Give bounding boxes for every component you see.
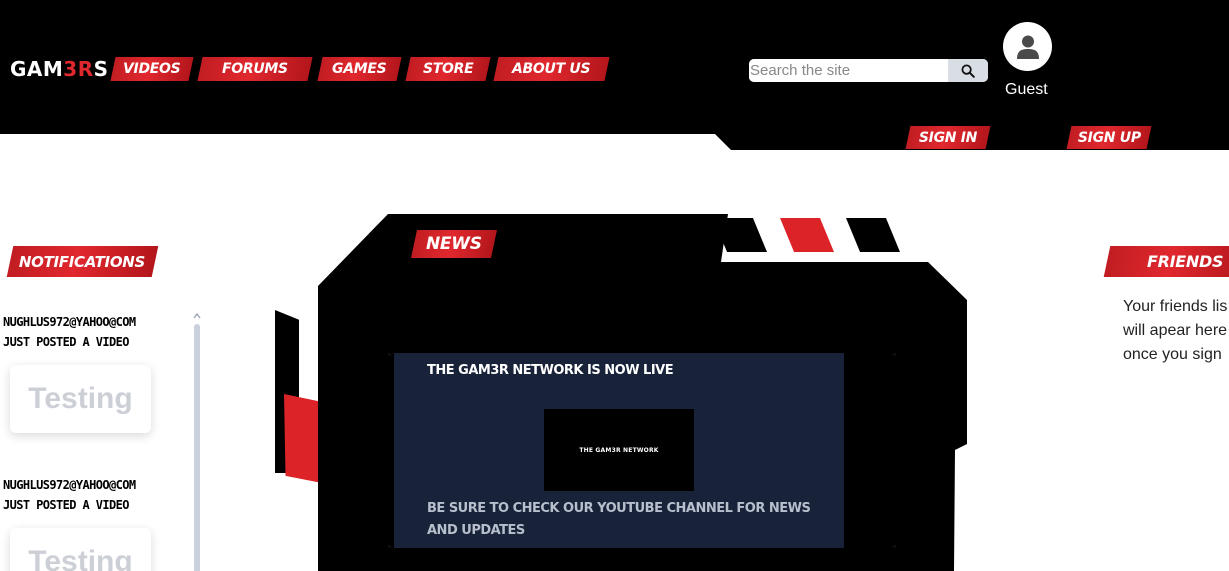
nav-forums[interactable]: Forums — [197, 57, 313, 81]
notifications-list[interactable]: nughlus972@yahoo@com just posted a video… — [0, 312, 190, 571]
user-avatar[interactable] — [1003, 22, 1052, 71]
video-label: The Gam3r Network — [579, 446, 659, 454]
notifications-scrollbar[interactable] — [192, 312, 202, 571]
notification-user[interactable]: nughlus972@yahoo@com — [0, 475, 190, 495]
user-name: Guest — [1005, 81, 1048, 98]
news-card[interactable]: The Gam3r Network is now live The Gam3r … — [394, 353, 844, 548]
panel-tab-active[interactable] — [780, 218, 834, 252]
scrollbar-thumb[interactable] — [194, 324, 200, 571]
notification-video-card[interactable]: Testing — [10, 365, 151, 433]
nav-store[interactable]: Store — [405, 57, 491, 81]
chevron-up-icon[interactable] — [193, 312, 201, 320]
search-bar — [749, 59, 988, 82]
friends-empty-message: Your friends lis will apear here once yo… — [1123, 298, 1228, 363]
notification-video-card[interactable]: Testing — [10, 528, 151, 571]
panel-tab[interactable] — [846, 218, 900, 252]
news-title: The Gam3r Network is now live — [427, 363, 674, 378]
nav-games[interactable]: Games — [317, 57, 402, 81]
friends-heading: Friends — [1103, 246, 1229, 277]
search-input[interactable] — [749, 59, 948, 82]
news-body: Be sure to check our youtube channel for… — [427, 501, 811, 538]
notification-item: nughlus972@yahoo@com just posted a video… — [0, 475, 190, 571]
notification-user[interactable]: nughlus972@yahoo@com — [0, 312, 190, 332]
nav-about-us[interactable]: About Us — [493, 57, 610, 81]
search-icon — [961, 64, 975, 78]
search-button[interactable] — [948, 59, 988, 82]
sign-up-button[interactable]: Sign Up — [1066, 126, 1152, 149]
news-heading: News — [411, 230, 497, 258]
notification-action: just posted a video — [3, 335, 129, 349]
decor-bar-red — [284, 394, 322, 483]
news-video[interactable]: The Gam3r Network — [544, 409, 694, 491]
notification-action: just posted a video — [3, 498, 129, 512]
notifications-heading: Notifications — [6, 246, 159, 277]
site-logo[interactable]: GAM3RS — [10, 57, 109, 81]
user-icon — [1016, 35, 1039, 59]
notification-item: nughlus972@yahoo@com just posted a video… — [0, 312, 190, 433]
nav-videos[interactable]: Videos — [110, 57, 194, 81]
sign-in-button[interactable]: Sign In — [905, 126, 991, 149]
